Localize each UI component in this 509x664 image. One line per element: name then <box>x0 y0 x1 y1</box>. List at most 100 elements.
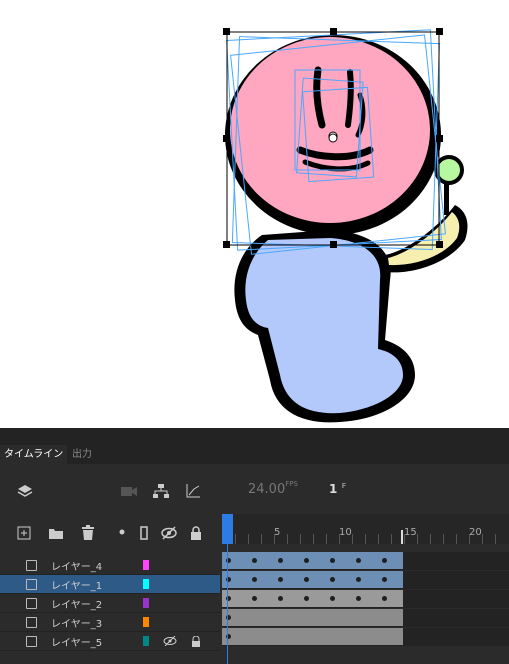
layer-color-swatch[interactable] <box>143 617 149 627</box>
keyframe-dot[interactable] <box>330 558 335 563</box>
lock-icon[interactable] <box>190 634 202 648</box>
layer-color-swatch[interactable] <box>143 579 149 589</box>
keyframe-dot[interactable] <box>252 596 257 601</box>
frame-span[interactable] <box>222 609 403 626</box>
keyframe-dot[interactable] <box>382 558 387 563</box>
eye-hidden-icon[interactable] <box>160 525 178 541</box>
ruler-tick <box>261 534 262 544</box>
current-frame-display[interactable]: 1 F <box>329 482 346 496</box>
new-layer-icon[interactable] <box>16 525 32 541</box>
ruler-label: 20 <box>469 527 482 538</box>
fps-unit: FPS <box>285 480 298 488</box>
frame-span[interactable] <box>222 590 403 607</box>
frame-unit: F <box>341 482 347 490</box>
tab-timeline[interactable]: タイムライン <box>0 445 68 464</box>
ruler-tick <box>469 534 470 544</box>
playhead-line <box>227 544 228 664</box>
playhead[interactable] <box>222 514 233 544</box>
keyframe-dot[interactable] <box>304 577 309 582</box>
keyframe-dot[interactable] <box>382 596 387 601</box>
hierarchy-icon[interactable] <box>152 482 170 500</box>
layer-icon <box>26 560 37 571</box>
fps-value[interactable]: 24.00 <box>248 482 285 497</box>
layer-color-swatch[interactable] <box>143 560 149 570</box>
ruler-tick <box>391 534 392 544</box>
frame-ruler[interactable]: 5 10 15 20 <box>222 514 509 544</box>
layer-icon <box>26 579 37 590</box>
ruler-tick <box>313 534 314 544</box>
layer-list: レイヤー_4 レイヤー_1 レイヤー_2 レイヤー_3 レイヤー_5 <box>0 546 220 664</box>
layer-color-swatch[interactable] <box>143 636 149 646</box>
ruler-tick <box>456 534 457 544</box>
keyframe-dot[interactable] <box>278 558 283 563</box>
layer-row[interactable]: レイヤー_2 <box>0 594 220 613</box>
keyframe-dot[interactable] <box>252 558 257 563</box>
layer-icon <box>26 617 37 628</box>
keyframe-dot[interactable] <box>356 577 361 582</box>
tab-output[interactable]: 出力 <box>68 445 96 464</box>
layer-name[interactable]: レイヤー_4 <box>51 558 102 573</box>
keyframe-dot[interactable] <box>356 558 361 563</box>
layer-row-selected[interactable]: レイヤー_1 <box>0 575 220 594</box>
layer-color-swatch[interactable] <box>143 598 149 608</box>
panel-tabbar: タイムライン 出力 <box>0 428 509 464</box>
frame-track[interactable] <box>222 571 509 589</box>
graph-icon[interactable] <box>184 482 202 500</box>
ruler-tick <box>287 534 288 544</box>
frame-track[interactable] <box>222 609 509 627</box>
layer-row[interactable]: レイヤー_3 <box>0 613 220 632</box>
ruler-tick <box>365 534 366 544</box>
ruler-tick <box>352 534 353 544</box>
ruler-tick <box>235 534 236 544</box>
timeline-panel: タイムライン 出力 24.00FPS 1 F レイヤー_4 レイヤー_1 レイヤ… <box>0 428 509 664</box>
end-marker[interactable] <box>401 530 403 544</box>
character-drawing[interactable] <box>0 0 509 428</box>
layer-row[interactable]: レイヤー_5 <box>0 632 220 651</box>
ruler-tick <box>495 534 496 544</box>
eye-hidden-icon[interactable] <box>162 634 178 648</box>
ruler-label: 10 <box>339 527 352 538</box>
camera-icon[interactable] <box>120 482 138 500</box>
layer-name[interactable]: レイヤー_5 <box>51 634 102 649</box>
keyframe-dot[interactable] <box>252 577 257 582</box>
ruler-tick <box>430 534 431 544</box>
ruler-tick <box>248 534 249 544</box>
layers-icon[interactable] <box>16 482 34 500</box>
ruler-tick <box>404 534 405 544</box>
outline-icon[interactable] <box>138 525 150 541</box>
keyframe-dot[interactable] <box>304 596 309 601</box>
fps-display[interactable]: 24.00FPS <box>248 480 298 497</box>
dot-icon[interactable] <box>118 528 126 536</box>
ruler-tick <box>482 534 483 544</box>
ruler-tick <box>326 534 327 544</box>
frame-track[interactable] <box>222 628 509 646</box>
layer-icon <box>26 636 37 647</box>
frame-span[interactable] <box>222 552 403 569</box>
ruler-tick <box>300 534 301 544</box>
ruler-tick <box>339 534 340 544</box>
keyframe-dot[interactable] <box>382 577 387 582</box>
frame-track[interactable] <box>222 590 509 608</box>
layer-row[interactable]: レイヤー_4 <box>0 556 220 575</box>
keyframe-dot[interactable] <box>278 596 283 601</box>
layer-name[interactable]: レイヤー_1 <box>51 577 102 592</box>
current-frame-value[interactable]: 1 <box>329 482 337 496</box>
frames-panel[interactable]: 5 10 15 20 <box>222 514 509 664</box>
layer-name[interactable]: レイヤー_2 <box>51 596 102 611</box>
frame-span[interactable] <box>222 571 403 588</box>
frame-track[interactable] <box>222 552 509 570</box>
keyframe-dot[interactable] <box>330 577 335 582</box>
new-folder-icon[interactable] <box>48 525 64 541</box>
layer-icon <box>26 598 37 609</box>
frame-span[interactable] <box>222 628 403 645</box>
layer-name[interactable]: レイヤー_3 <box>51 615 102 630</box>
keyframe-dot[interactable] <box>304 558 309 563</box>
ruler-tick <box>378 534 379 544</box>
trash-icon[interactable] <box>80 525 96 541</box>
keyframe-dot[interactable] <box>330 596 335 601</box>
keyframe-dot[interactable] <box>356 596 361 601</box>
keyframe-dot[interactable] <box>278 577 283 582</box>
stage-canvas[interactable] <box>0 0 509 428</box>
lock-icon[interactable] <box>188 525 204 541</box>
ruler-tick <box>274 534 275 544</box>
